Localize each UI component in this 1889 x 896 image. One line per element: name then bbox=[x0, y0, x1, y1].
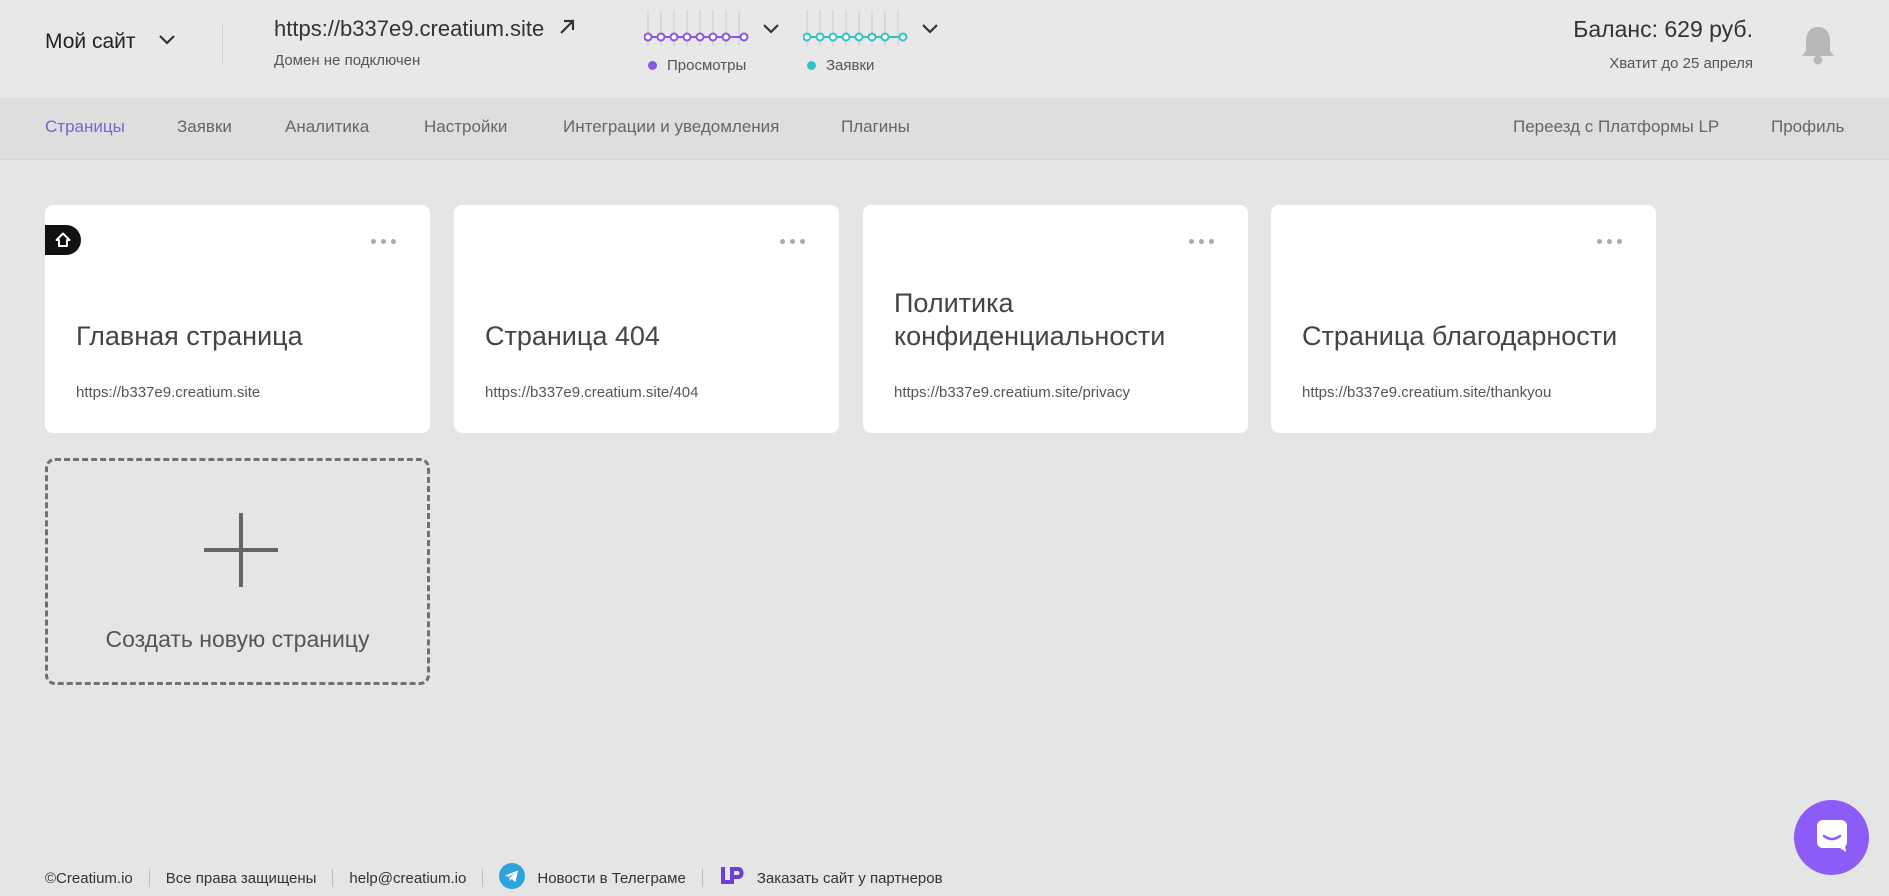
footer-copyright: ©Creatium.io bbox=[45, 869, 133, 887]
page-card-privacy[interactable]: Политика конфиденциальности https://b337… bbox=[863, 205, 1248, 433]
tab-settings[interactable]: Настройки bbox=[424, 117, 507, 137]
footer: ©Creatium.io Все права защищены help@cre… bbox=[45, 863, 943, 893]
page-url: https://b337e9.creatium.site/thankyou bbox=[1302, 384, 1552, 401]
ellipsis-icon[interactable] bbox=[367, 235, 400, 248]
top-bar: Мой сайт https://b337e9.creatium.site До… bbox=[0, 0, 1889, 98]
arrow-up-right-icon[interactable] bbox=[558, 18, 576, 41]
balance-block[interactable]: Баланс: 629 руб. Хватит до 25 апреля bbox=[1573, 16, 1753, 72]
lp-logo-icon bbox=[719, 865, 745, 891]
footer-separator bbox=[332, 869, 334, 887]
home-icon bbox=[45, 225, 81, 255]
footer-separator bbox=[701, 869, 703, 887]
views-stat[interactable]: Просмотры bbox=[643, 8, 780, 74]
chat-button[interactable] bbox=[1794, 800, 1869, 875]
balance-amount: Баланс: 629 руб. bbox=[1573, 16, 1753, 42]
page-title: Страница благодарности bbox=[1302, 321, 1618, 351]
applications-sparkline bbox=[802, 8, 909, 53]
page-url: https://b337e9.creatium.site/privacy bbox=[894, 384, 1130, 401]
site-name: Мой сайт bbox=[45, 30, 136, 53]
chat-icon bbox=[1814, 817, 1850, 858]
tab-profile[interactable]: Профиль bbox=[1771, 117, 1844, 137]
tab-applications[interactable]: Заявки bbox=[177, 117, 232, 137]
tab-plugins[interactable]: Плагины bbox=[841, 117, 910, 137]
chevron-down-icon[interactable] bbox=[762, 22, 780, 40]
page-title: Главная страница bbox=[76, 321, 303, 351]
page-card-home[interactable]: Главная страница https://b337e9.creatium… bbox=[45, 205, 430, 433]
main-nav: Страницы Заявки Аналитика Настройки Инте… bbox=[0, 98, 1889, 160]
header-divider bbox=[222, 24, 223, 64]
create-page-button[interactable]: Создать новую страницу bbox=[45, 458, 430, 685]
bell-icon[interactable] bbox=[1798, 24, 1838, 71]
telegram-icon bbox=[499, 863, 526, 893]
page-card-404[interactable]: Страница 404 https://b337e9.creatium.sit… bbox=[454, 205, 839, 433]
plus-icon bbox=[202, 511, 280, 594]
applications-label: Заявки bbox=[826, 57, 875, 74]
page-title: Политика конфиденциальности bbox=[894, 288, 1166, 351]
footer-separator bbox=[482, 869, 484, 887]
partners-label: Заказать сайт у партнеров bbox=[756, 869, 943, 887]
page-url: https://b337e9.creatium.site/404 bbox=[485, 384, 699, 401]
footer-email[interactable]: help@creatium.io bbox=[349, 870, 466, 887]
footer-partners-link[interactable]: Заказать сайт у партнеров bbox=[719, 865, 943, 891]
create-page-label: Создать новую страницу bbox=[105, 626, 370, 652]
page-card-thankyou[interactable]: Страница благодарности https://b337e9.cr… bbox=[1271, 205, 1656, 433]
ellipsis-icon[interactable] bbox=[776, 235, 809, 248]
tab-migration[interactable]: Переезд с Платформы LP bbox=[1513, 117, 1719, 137]
domain-url[interactable]: https://b337e9.creatium.site bbox=[274, 16, 544, 42]
tab-pages[interactable]: Страницы bbox=[45, 117, 125, 137]
domain-status: Домен не подключен bbox=[274, 52, 421, 69]
footer-telegram-link[interactable]: Новости в Телеграме bbox=[499, 863, 686, 893]
footer-separator bbox=[148, 869, 150, 887]
footer-rights: Все права защищены bbox=[165, 869, 317, 887]
balance-until: Хватит до 25 апреля bbox=[1609, 55, 1753, 72]
views-sparkline bbox=[643, 8, 750, 53]
page-title: Страница 404 bbox=[485, 321, 660, 351]
ellipsis-icon[interactable] bbox=[1185, 235, 1218, 248]
domain-block: https://b337e9.creatium.site Домен не по… bbox=[274, 16, 576, 69]
telegram-label: Новости в Телеграме bbox=[537, 869, 686, 887]
applications-stat[interactable]: Заявки bbox=[802, 8, 939, 74]
tab-analytics[interactable]: Аналитика bbox=[285, 117, 369, 137]
site-selector[interactable]: Мой сайт bbox=[45, 30, 176, 54]
views-label: Просмотры bbox=[667, 57, 747, 74]
ellipsis-icon[interactable] bbox=[1593, 235, 1626, 248]
views-legend-dot bbox=[648, 61, 657, 70]
chevron-down-icon bbox=[158, 33, 176, 51]
page-url: https://b337e9.creatium.site bbox=[76, 384, 261, 401]
applications-legend-dot bbox=[807, 61, 816, 70]
chevron-down-icon[interactable] bbox=[921, 22, 939, 40]
tab-integrations[interactable]: Интеграции и уведомления bbox=[563, 117, 779, 137]
